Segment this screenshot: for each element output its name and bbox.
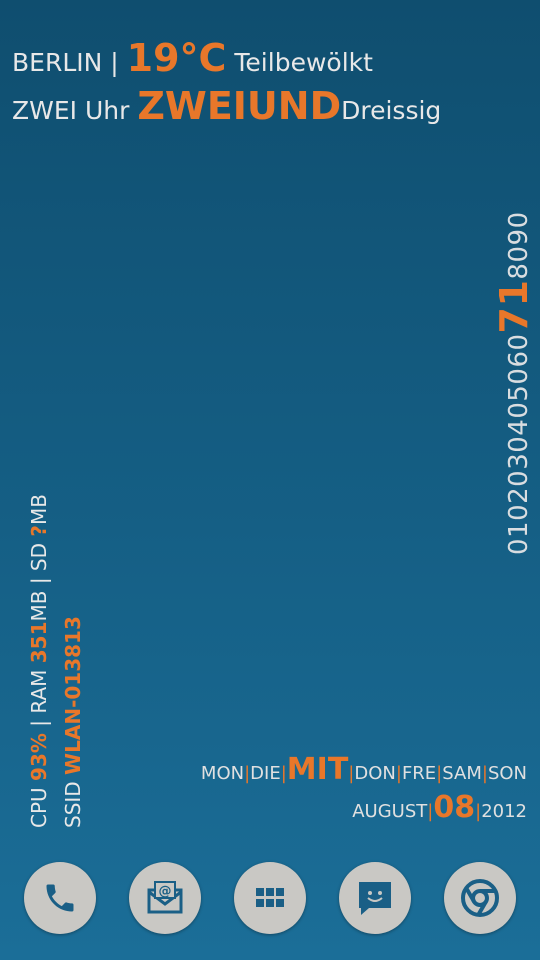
messaging-button[interactable]	[339, 862, 411, 934]
dock: @	[0, 862, 540, 938]
system-info: CPU 93% | RAM 351MB | SD ?MB SSID WLAN-0…	[22, 494, 90, 828]
browser-button[interactable]	[444, 862, 516, 934]
weather-separator: |	[110, 48, 119, 77]
weekday-die: DIE	[250, 763, 281, 784]
apps-grid-icon	[256, 888, 284, 907]
time-words-line: ZWEI Uhr ZWEIUNDDreissig	[12, 84, 441, 128]
date-month: AUGUST	[352, 801, 428, 822]
weekday-current: MIT	[286, 752, 349, 787]
ram-value: 351	[27, 621, 51, 664]
cpu-label: CPU	[27, 787, 51, 828]
ram-unit: MB | SD	[27, 542, 51, 622]
ssid-label: SSID	[61, 781, 85, 828]
ssid-value: WLAN-013813	[61, 616, 85, 775]
email-button[interactable]: @	[129, 862, 201, 934]
ram-label: | RAM	[27, 669, 51, 727]
email-icon: @	[147, 881, 183, 914]
svg-text:@: @	[159, 884, 172, 899]
uhr-label: Uhr	[84, 96, 130, 125]
sd-value: ?	[27, 525, 51, 537]
weekday-son: SON	[487, 763, 527, 784]
phone-icon	[46, 884, 74, 912]
weekday-don: DON	[354, 763, 396, 784]
minute-scale-highlight: 71	[492, 279, 536, 334]
weekday-row: MON|DIE|MIT|DON|FRE|SAM|SON	[201, 752, 527, 787]
app-drawer-button[interactable]	[234, 862, 306, 934]
phone-button[interactable]	[24, 862, 96, 934]
weather-condition: Teilbewölkt	[234, 48, 373, 77]
temperature-value: 19°C	[126, 36, 227, 80]
messaging-icon	[359, 882, 391, 915]
minutes-word-big: ZWEIUND	[137, 84, 342, 128]
hour-word: ZWEI	[12, 96, 78, 125]
minute-scale: 0102030405060718090	[492, 211, 536, 555]
minute-scale-after: 8090	[504, 211, 534, 280]
weather-line: BERLIN | 19°C Teilbewölkt	[12, 36, 373, 80]
city-label: BERLIN	[12, 48, 103, 77]
weekday-fre: FRE	[401, 763, 437, 784]
system-stats-line: CPU 93% | RAM 351MB | SD ?MB	[22, 494, 56, 828]
date-row: AUGUST|08|2012	[352, 790, 527, 825]
date-day: 08	[433, 790, 476, 825]
date-year: 2012	[481, 801, 527, 822]
chrome-browser-icon	[461, 879, 499, 917]
sd-unit: MB	[27, 494, 51, 525]
minutes-word-tail: Dreissig	[341, 96, 442, 125]
ssid-line: SSID WLAN-013813	[56, 494, 90, 828]
weekday-mon: MON	[200, 763, 245, 784]
minute-scale-before: 0102030405060	[504, 333, 534, 555]
weekday-sam: SAM	[442, 763, 482, 784]
cpu-value: 93%	[27, 733, 51, 781]
